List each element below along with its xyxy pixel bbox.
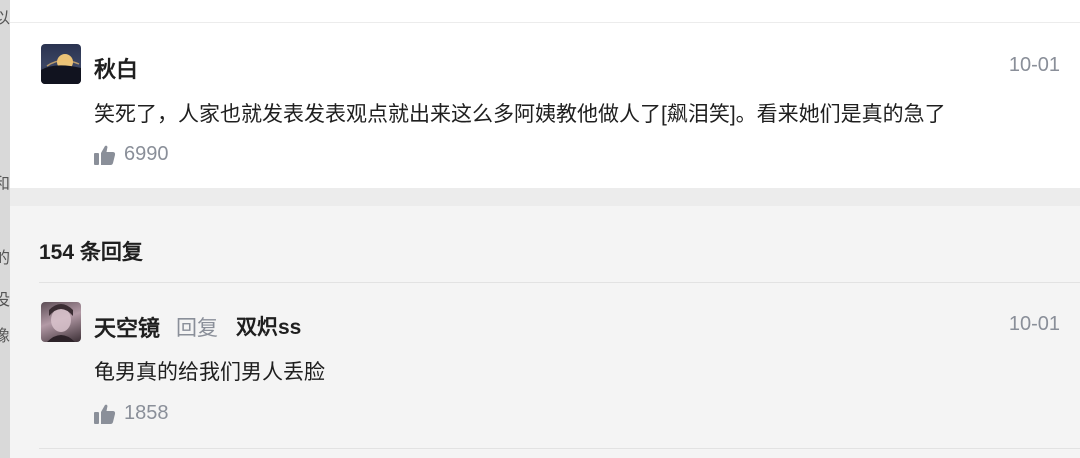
comment-time: 10-01	[1008, 54, 1060, 76]
background-text-fragment: 像	[0, 328, 10, 345]
like-button[interactable]: 1858	[94, 402, 169, 425]
panel-top-edge	[10, 0, 1080, 23]
avatar-image	[41, 54, 81, 84]
background-text-fragment: 没	[0, 292, 10, 309]
divider	[39, 448, 1080, 449]
avatar-image	[47, 304, 75, 342]
divider	[39, 282, 1080, 283]
comment-username[interactable]: 秋白	[94, 52, 138, 84]
comment-panel: 秋白 10-01 笑死了，人家也就发表发表观点就出来这么多阿姨教他做人了[飙泪笑…	[10, 0, 1080, 458]
like-button[interactable]: 6990	[94, 143, 169, 166]
reply-time: 10-01	[1008, 313, 1060, 335]
reply-text: 龟男真的给我们男人丢脸	[94, 361, 325, 384]
reply-label: 回复	[176, 317, 218, 340]
like-count: 1858	[124, 402, 169, 424]
replies-section	[10, 206, 1080, 458]
avatar[interactable]	[41, 302, 81, 342]
background-text-fragment: 以	[0, 10, 10, 27]
reply-target-username[interactable]: 双炽ss	[236, 311, 301, 341]
comment-text: 笑死了，人家也就发表发表观点就出来这么多阿姨教他做人了[飙泪笑]。看来她们是真的…	[94, 103, 946, 126]
reply-count-heading: 154 条回复	[39, 241, 143, 264]
like-count: 6990	[124, 143, 169, 165]
thumbs-up-icon	[94, 404, 116, 424]
background-text-fragment: 的	[0, 250, 10, 267]
section-divider	[10, 188, 1080, 206]
avatar[interactable]	[41, 44, 81, 84]
reply-username[interactable]: 天空镜	[94, 311, 160, 343]
background-text-fragment: 和	[0, 176, 10, 193]
thumbs-up-icon	[94, 145, 116, 165]
main-comment: 秋白 10-01 笑死了，人家也就发表发表观点就出来这么多阿姨教他做人了[飙泪笑…	[10, 23, 1080, 188]
background-page-strip: 以 和 的 没 像	[0, 0, 10, 458]
